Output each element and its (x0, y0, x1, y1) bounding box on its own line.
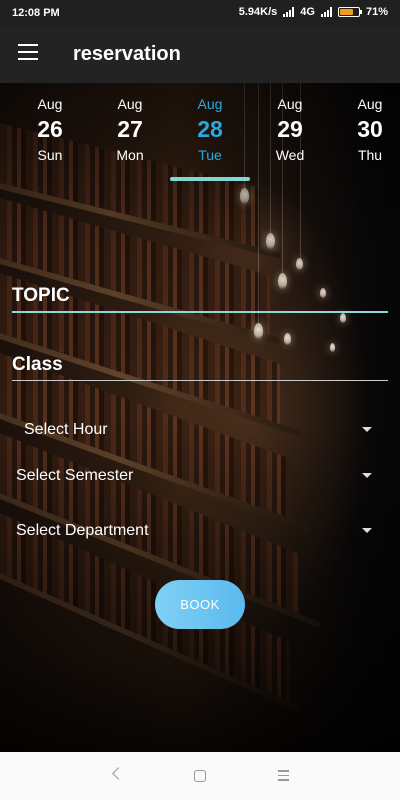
dropdown-arrow-icon (362, 528, 372, 533)
date-month: Aug (117, 96, 143, 112)
class-underline (12, 380, 388, 381)
date-day: 28 (197, 116, 223, 142)
status-bar: 12:08 PM 5.94K/s 4G 71% (0, 0, 400, 26)
department-dropdown-label: Select Department (16, 522, 149, 539)
home-square-icon[interactable] (194, 770, 206, 782)
date-day: 26 (37, 116, 63, 142)
date-tab[interactable]: Aug 29 Wed (250, 83, 330, 163)
signal-icon-2 (320, 7, 332, 17)
topic-underline (12, 311, 388, 313)
signal-icon (283, 7, 295, 17)
back-chevron-icon[interactable] (112, 767, 125, 780)
date-day: 27 (117, 116, 143, 142)
dropdown-arrow-icon (362, 473, 372, 478)
status-time: 12:08 PM (12, 7, 60, 19)
date-tab[interactable]: Aug 28 Tue (170, 83, 250, 181)
status-indicators: 5.94K/s 4G 71% (239, 6, 388, 18)
network-speed: 5.94K/s (238, 6, 278, 18)
date-day: 29 (277, 116, 303, 142)
date-day: 30 (357, 116, 383, 142)
class-input[interactable]: Class (12, 354, 63, 376)
book-button[interactable]: BOOK (155, 580, 245, 629)
library-background-image (0, 83, 400, 752)
date-weekday: Wed (275, 147, 305, 163)
recents-lines-icon[interactable] (278, 770, 289, 784)
date-weekday: Sun (37, 147, 63, 163)
page-title: reservation (73, 43, 181, 65)
date-weekday: Tue (198, 147, 222, 163)
date-month: Aug (197, 96, 223, 112)
hamburger-menu-icon[interactable] (18, 44, 38, 60)
selected-date-indicator (170, 177, 250, 181)
date-month: Aug (37, 96, 63, 112)
date-month: Aug (277, 96, 303, 112)
battery-percent: 71% (365, 6, 388, 18)
date-weekday: Mon (116, 147, 144, 163)
semester-dropdown-label: Select Semester (16, 467, 134, 484)
date-weekday: Thu (357, 147, 383, 163)
battery-icon (337, 7, 362, 17)
date-selector: Aug 26 Sun Aug 27 Mon Aug 28 Tue Aug 29 … (0, 83, 400, 183)
date-tab[interactable]: Aug 26 Sun (10, 83, 90, 163)
app-bar: reservation (0, 26, 400, 83)
system-navigation-bar (0, 752, 400, 800)
dropdown-arrow-icon (362, 427, 372, 432)
topic-input[interactable]: TOPIC (12, 285, 70, 307)
network-type: 4G (300, 6, 315, 18)
hour-dropdown-label: Select Hour (24, 421, 108, 438)
date-month: Aug (357, 96, 383, 112)
date-tab[interactable]: Aug 30 Thu (330, 83, 400, 163)
date-tab[interactable]: Aug 27 Mon (90, 83, 170, 163)
